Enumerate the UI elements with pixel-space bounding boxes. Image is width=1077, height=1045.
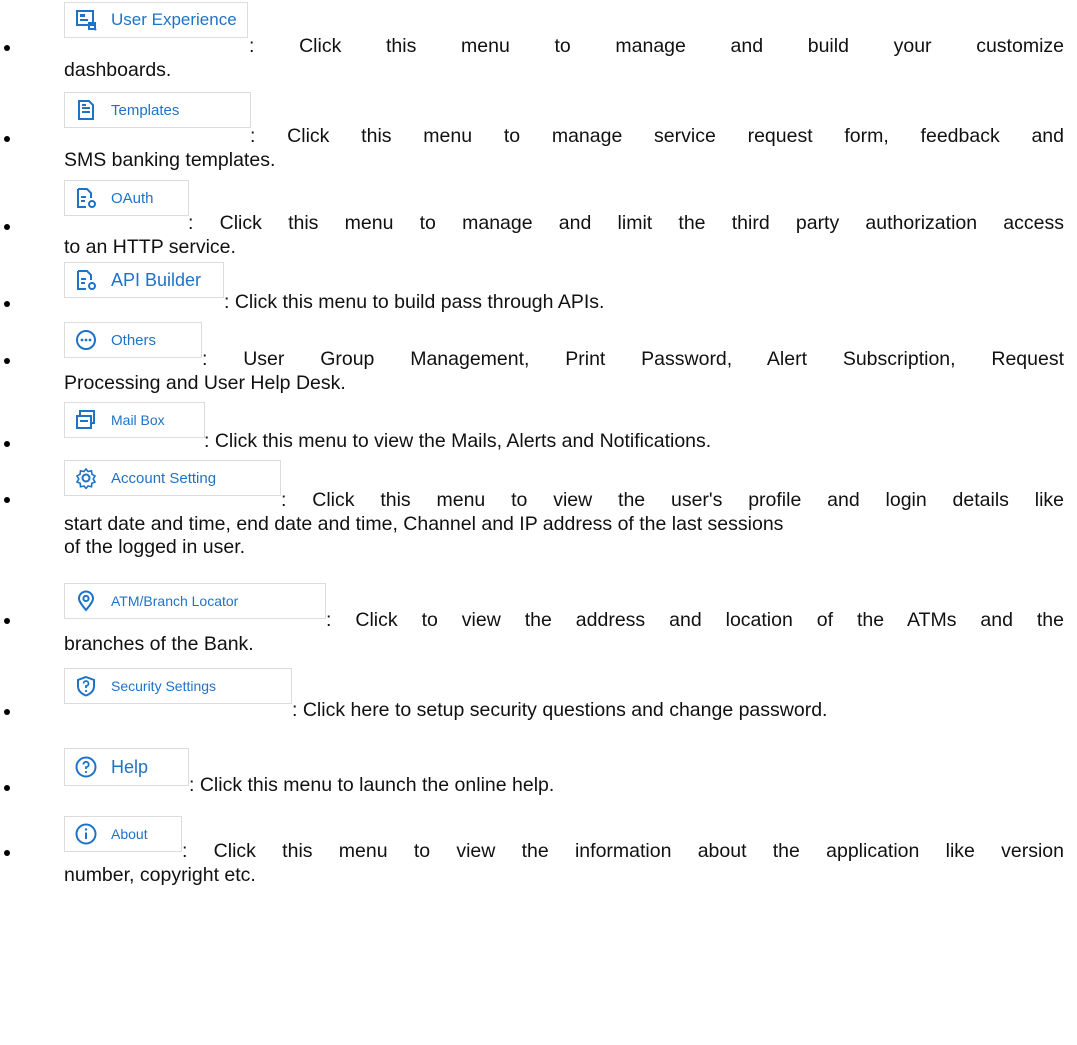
description-line: SMS banking templates. [64, 148, 276, 171]
description-line: of the logged in user. [64, 536, 246, 558]
menu-label: Others [111, 331, 157, 349]
description-line: : Click this menu to manage service requ… [250, 125, 1064, 147]
description-line: : Click this menu to build pass through … [224, 291, 605, 313]
description-line: : Click this menu to view the informatio… [182, 840, 1064, 862]
menu-label: User Experience [111, 10, 237, 29]
item-description: : Click to view the address and location… [64, 609, 1064, 656]
bullet [4, 45, 10, 51]
description-line: : User Group Management, Print Password,… [202, 348, 1064, 370]
bullet [4, 709, 10, 715]
description-line: : Click to view the address and location… [326, 609, 1064, 631]
description-line: dashboards. [64, 58, 172, 81]
menu-label: API Builder [111, 269, 202, 290]
description-line: branches of the Bank. [64, 632, 254, 655]
bullet [4, 785, 10, 791]
bullet [4, 358, 10, 364]
oauth-menu-button[interactable]: OAuth [64, 180, 189, 216]
templates-menu-button[interactable]: Templates [64, 92, 251, 128]
bullet [4, 497, 10, 503]
menu-label: Account Setting [111, 469, 217, 487]
item-description: : Click this menu to view the informatio… [64, 840, 1064, 887]
document-gear-icon [75, 269, 97, 291]
item-description: : Click this menu to launch the online h… [64, 774, 1064, 798]
bullet [4, 136, 10, 142]
gear-icon [75, 467, 97, 489]
menu-label: OAuth [111, 189, 154, 207]
mailbox-icon [75, 409, 97, 431]
item-description: : Click this menu to view the user's pro… [64, 489, 1064, 560]
bullet [4, 850, 10, 856]
description-line: Processing and User Help Desk. [64, 371, 346, 394]
description-line: : Click here to setup security questions… [292, 699, 828, 721]
dashboard-icon [75, 9, 97, 31]
item-description: : User Group Management, Print Password,… [64, 348, 1064, 395]
description-line: : Click this menu to manage and build yo… [249, 35, 1064, 57]
description-line: number, copyright etc. [64, 863, 256, 886]
item-description: : Click this menu to manage and limit th… [64, 212, 1064, 259]
bullet [4, 301, 10, 307]
bullet [4, 618, 10, 624]
description-line: start date and time, end date and time, … [64, 512, 784, 535]
item-description: : Click this menu to view the Mails, Ale… [64, 430, 1064, 454]
description-line: : Click this menu to manage and limit th… [188, 212, 1064, 234]
item-description: : Click here to setup security questions… [64, 699, 1064, 723]
bullet [4, 224, 10, 230]
description-line: : Click this menu to view the Mails, Ale… [204, 430, 712, 452]
menu-label: Mail Box [111, 412, 165, 428]
item-description: : Click this menu to manage and build yo… [64, 35, 1064, 82]
description-line: to an HTTP service. [64, 235, 236, 258]
document-gear-icon [75, 187, 97, 209]
menu-label: ATM/Branch Locator [111, 593, 239, 609]
shield-question-icon [75, 675, 97, 697]
item-description: : Click this menu to build pass through … [64, 291, 1064, 315]
item-description: : Click this menu to manage service requ… [64, 125, 1064, 172]
description-line: : Click this menu to launch the online h… [189, 774, 555, 796]
bullet [4, 441, 10, 447]
menu-label: Security Settings [111, 678, 217, 694]
user-experience-menu-button[interactable]: User Experience [64, 2, 248, 38]
document-icon [75, 99, 97, 121]
description-line: : Click this menu to view the user's pro… [281, 489, 1064, 511]
menu-label: Templates [111, 101, 180, 119]
